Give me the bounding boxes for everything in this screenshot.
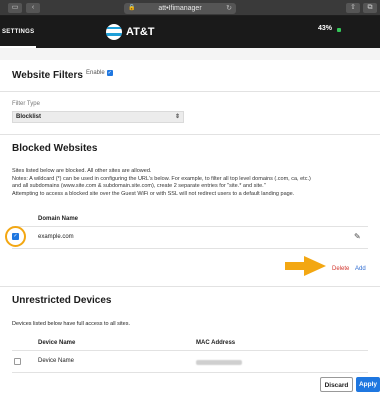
mac-address-redacted: [196, 360, 242, 365]
unrestricted-devices-description: Devices listed below have full access to…: [12, 321, 130, 327]
divider: [0, 286, 380, 287]
back-icon[interactable]: ‹: [26, 3, 40, 13]
unrestricted-devices-title: Unrestricted Devices: [12, 295, 112, 306]
browser-toolbar: ▭ ‹ 🔒 att•Ifimanager ↻ ⇧ ⧉: [0, 0, 380, 16]
divider: [0, 134, 380, 135]
discard-button[interactable]: Discard: [320, 377, 353, 392]
brand-name: AT&T: [126, 26, 155, 38]
notes-line: Attempting to access a blocked site over…: [12, 191, 295, 198]
battery-level: 43%: [318, 25, 333, 32]
pointer-arrow-head: [304, 256, 326, 276]
app-header: SETTINGS AT&T 43%: [0, 16, 380, 48]
filter-type-select[interactable]: Blocklist ⇕: [12, 111, 184, 123]
pointer-arrow: [285, 262, 305, 270]
table-header-divider: [12, 350, 368, 351]
battery-icon: [337, 28, 341, 32]
share-icon[interactable]: ⇧: [346, 3, 360, 13]
enable-checkbox[interactable]: ✓: [106, 70, 113, 76]
table-row-divider: [12, 372, 368, 373]
device-name-header: Device Name: [38, 340, 76, 346]
tabs-icon[interactable]: ⧉: [363, 3, 377, 13]
address-text: att•Ifimanager: [158, 5, 202, 12]
main-content: Website Filters Enable ✓ Filter Type Blo…: [0, 48, 380, 400]
add-link[interactable]: Add: [355, 266, 366, 272]
select-chevron-icon: ⇕: [174, 114, 180, 120]
table-header-divider: [12, 226, 368, 227]
notes-line: Notes: A wildcard (*) can be used in con…: [12, 175, 311, 182]
domain-name-cell: example.com: [38, 234, 74, 240]
divider: [0, 91, 380, 92]
brand-logo: AT&T: [106, 23, 155, 41]
domain-row-checkbox[interactable]: ✓: [12, 233, 19, 240]
device-row-checkbox[interactable]: [14, 358, 21, 365]
tab-settings[interactable]: SETTINGS: [0, 16, 36, 48]
edit-pencil-icon[interactable]: ✎: [354, 232, 361, 241]
device-name-cell: Device Name: [38, 358, 75, 364]
settings-card: Website Filters Enable ✓ Filter Type Blo…: [0, 60, 380, 400]
apply-button[interactable]: Apply: [356, 377, 380, 392]
att-globe-icon: [106, 24, 122, 40]
enable-label: Enable: [86, 70, 105, 76]
notes-line: and all subdomains (www.site.com & subdo…: [12, 183, 266, 190]
address-bar[interactable]: 🔒 att•Ifimanager ↻: [124, 3, 236, 14]
filter-type-value: Blocklist: [16, 114, 42, 120]
table-row-divider: [12, 248, 368, 249]
reload-icon[interactable]: ↻: [226, 3, 232, 14]
filter-type-label: Filter Type: [12, 101, 40, 107]
domain-name-header: Domain Name: [38, 216, 79, 222]
sidebar-toggle-icon[interactable]: ▭: [8, 3, 22, 13]
delete-link[interactable]: Delete: [332, 266, 349, 272]
enable-toggle[interactable]: Enable ✓: [86, 70, 113, 76]
blocked-websites-notes: Sites listed below are blocked. All othe…: [12, 168, 367, 199]
website-filters-title: Website Filters: [12, 70, 83, 81]
notes-line: Sites listed below are blocked. All othe…: [12, 168, 152, 174]
lock-icon: 🔒: [128, 5, 136, 11]
blocked-websites-title: Blocked Websites: [12, 143, 98, 154]
mac-address-header: MAC Address: [196, 340, 236, 346]
